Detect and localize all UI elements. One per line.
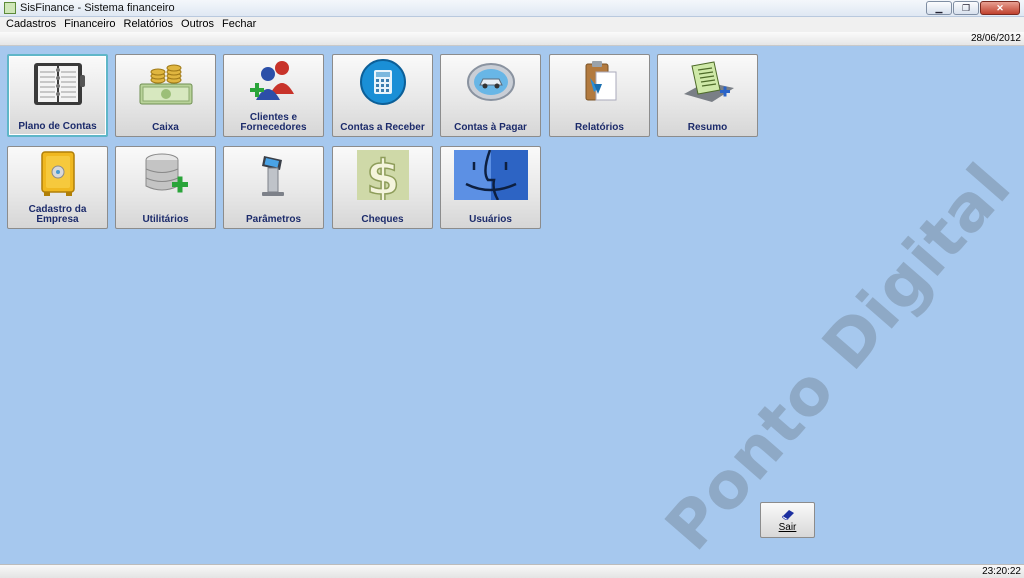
date-strip: 28/06/2012 [0,32,1024,46]
tile-label: Contas a Receber [340,122,425,133]
tile-contas-a-pagar[interactable]: Contas à Pagar [440,54,541,137]
window-titlebar: SisFinance - Sistema financeiro ▁ ❐ ✕ [0,0,1024,17]
tile-utilitarios[interactable]: Utilitários [115,146,216,229]
dollar-sign-icon: $ [355,150,411,200]
calculator-icon [355,58,411,108]
window-title: SisFinance - Sistema financeiro [20,2,175,14]
tile-label: Utilitários [142,214,189,225]
clock: 23:20:22 [982,566,1021,577]
menu-fechar[interactable]: Fechar [218,17,260,32]
document-summary-icon [680,58,736,108]
tile-caixa[interactable]: Caixa [115,54,216,137]
planner-book-icon [30,59,86,109]
tile-parametros[interactable]: Parâmetros [223,146,324,229]
safe-icon [30,150,86,200]
exit-button-label: Sair [778,522,797,533]
main-desktop: Plano de Contas Caixa Clientes e Fornece… [0,46,1024,565]
users-add-icon [246,58,302,108]
app-icon [4,2,16,14]
window-controls: ▁ ❐ ✕ [926,1,1020,15]
tile-label: Plano de Contas [18,121,97,132]
cash-money-icon [138,58,194,108]
maximize-button[interactable]: ❐ [953,1,979,15]
exit-button[interactable]: Sair [760,502,815,538]
tile-label: Contas à Pagar [454,122,527,133]
tile-label: Usuários [469,214,512,225]
tile-label: Relatórios [575,122,624,133]
status-bar: 23:20:22 [0,564,1024,578]
kiosk-terminal-icon [246,150,302,200]
car-badge-icon [463,58,519,108]
menu-bar: Cadastros Financeiro Relatórios Outros F… [0,17,1024,32]
menu-financeiro[interactable]: Financeiro [60,17,119,32]
eraser-icon [781,508,795,521]
minimize-button[interactable]: ▁ [926,1,952,15]
tile-cadastro-da-empresa[interactable]: Cadastro da Empresa [7,146,108,229]
tile-cheques[interactable]: $ Cheques [332,146,433,229]
menu-cadastros[interactable]: Cadastros [2,17,60,32]
tile-contas-a-receber[interactable]: Contas a Receber [332,54,433,137]
close-button[interactable]: ✕ [980,1,1020,15]
tile-relatorios[interactable]: Relatórios [549,54,650,137]
watermark-text: Ponto Digital [652,150,1024,565]
tile-resumo[interactable]: Resumo [657,54,758,137]
current-date: 28/06/2012 [970,33,1021,44]
tile-label: Cadastro da Empresa [28,204,87,225]
tile-usuarios[interactable]: Usuários [440,146,541,229]
tile-label: Cheques [361,214,404,225]
menu-outros[interactable]: Outros [177,17,218,32]
tile-label: Clientes e Fornecedores [240,112,307,133]
tile-clientes-fornecedores[interactable]: Clientes e Fornecedores [223,54,324,137]
finder-face-icon [452,150,530,200]
tile-label: Caixa [152,122,179,133]
tile-label: Resumo [687,122,728,133]
menu-relatorios[interactable]: Relatórios [120,17,178,32]
tile-plano-de-contas[interactable]: Plano de Contas [7,54,108,137]
tile-label: Parâmetros [245,214,302,225]
database-add-icon [138,150,194,200]
svg-text:$: $ [366,150,399,200]
clipboard-report-icon [572,58,628,108]
